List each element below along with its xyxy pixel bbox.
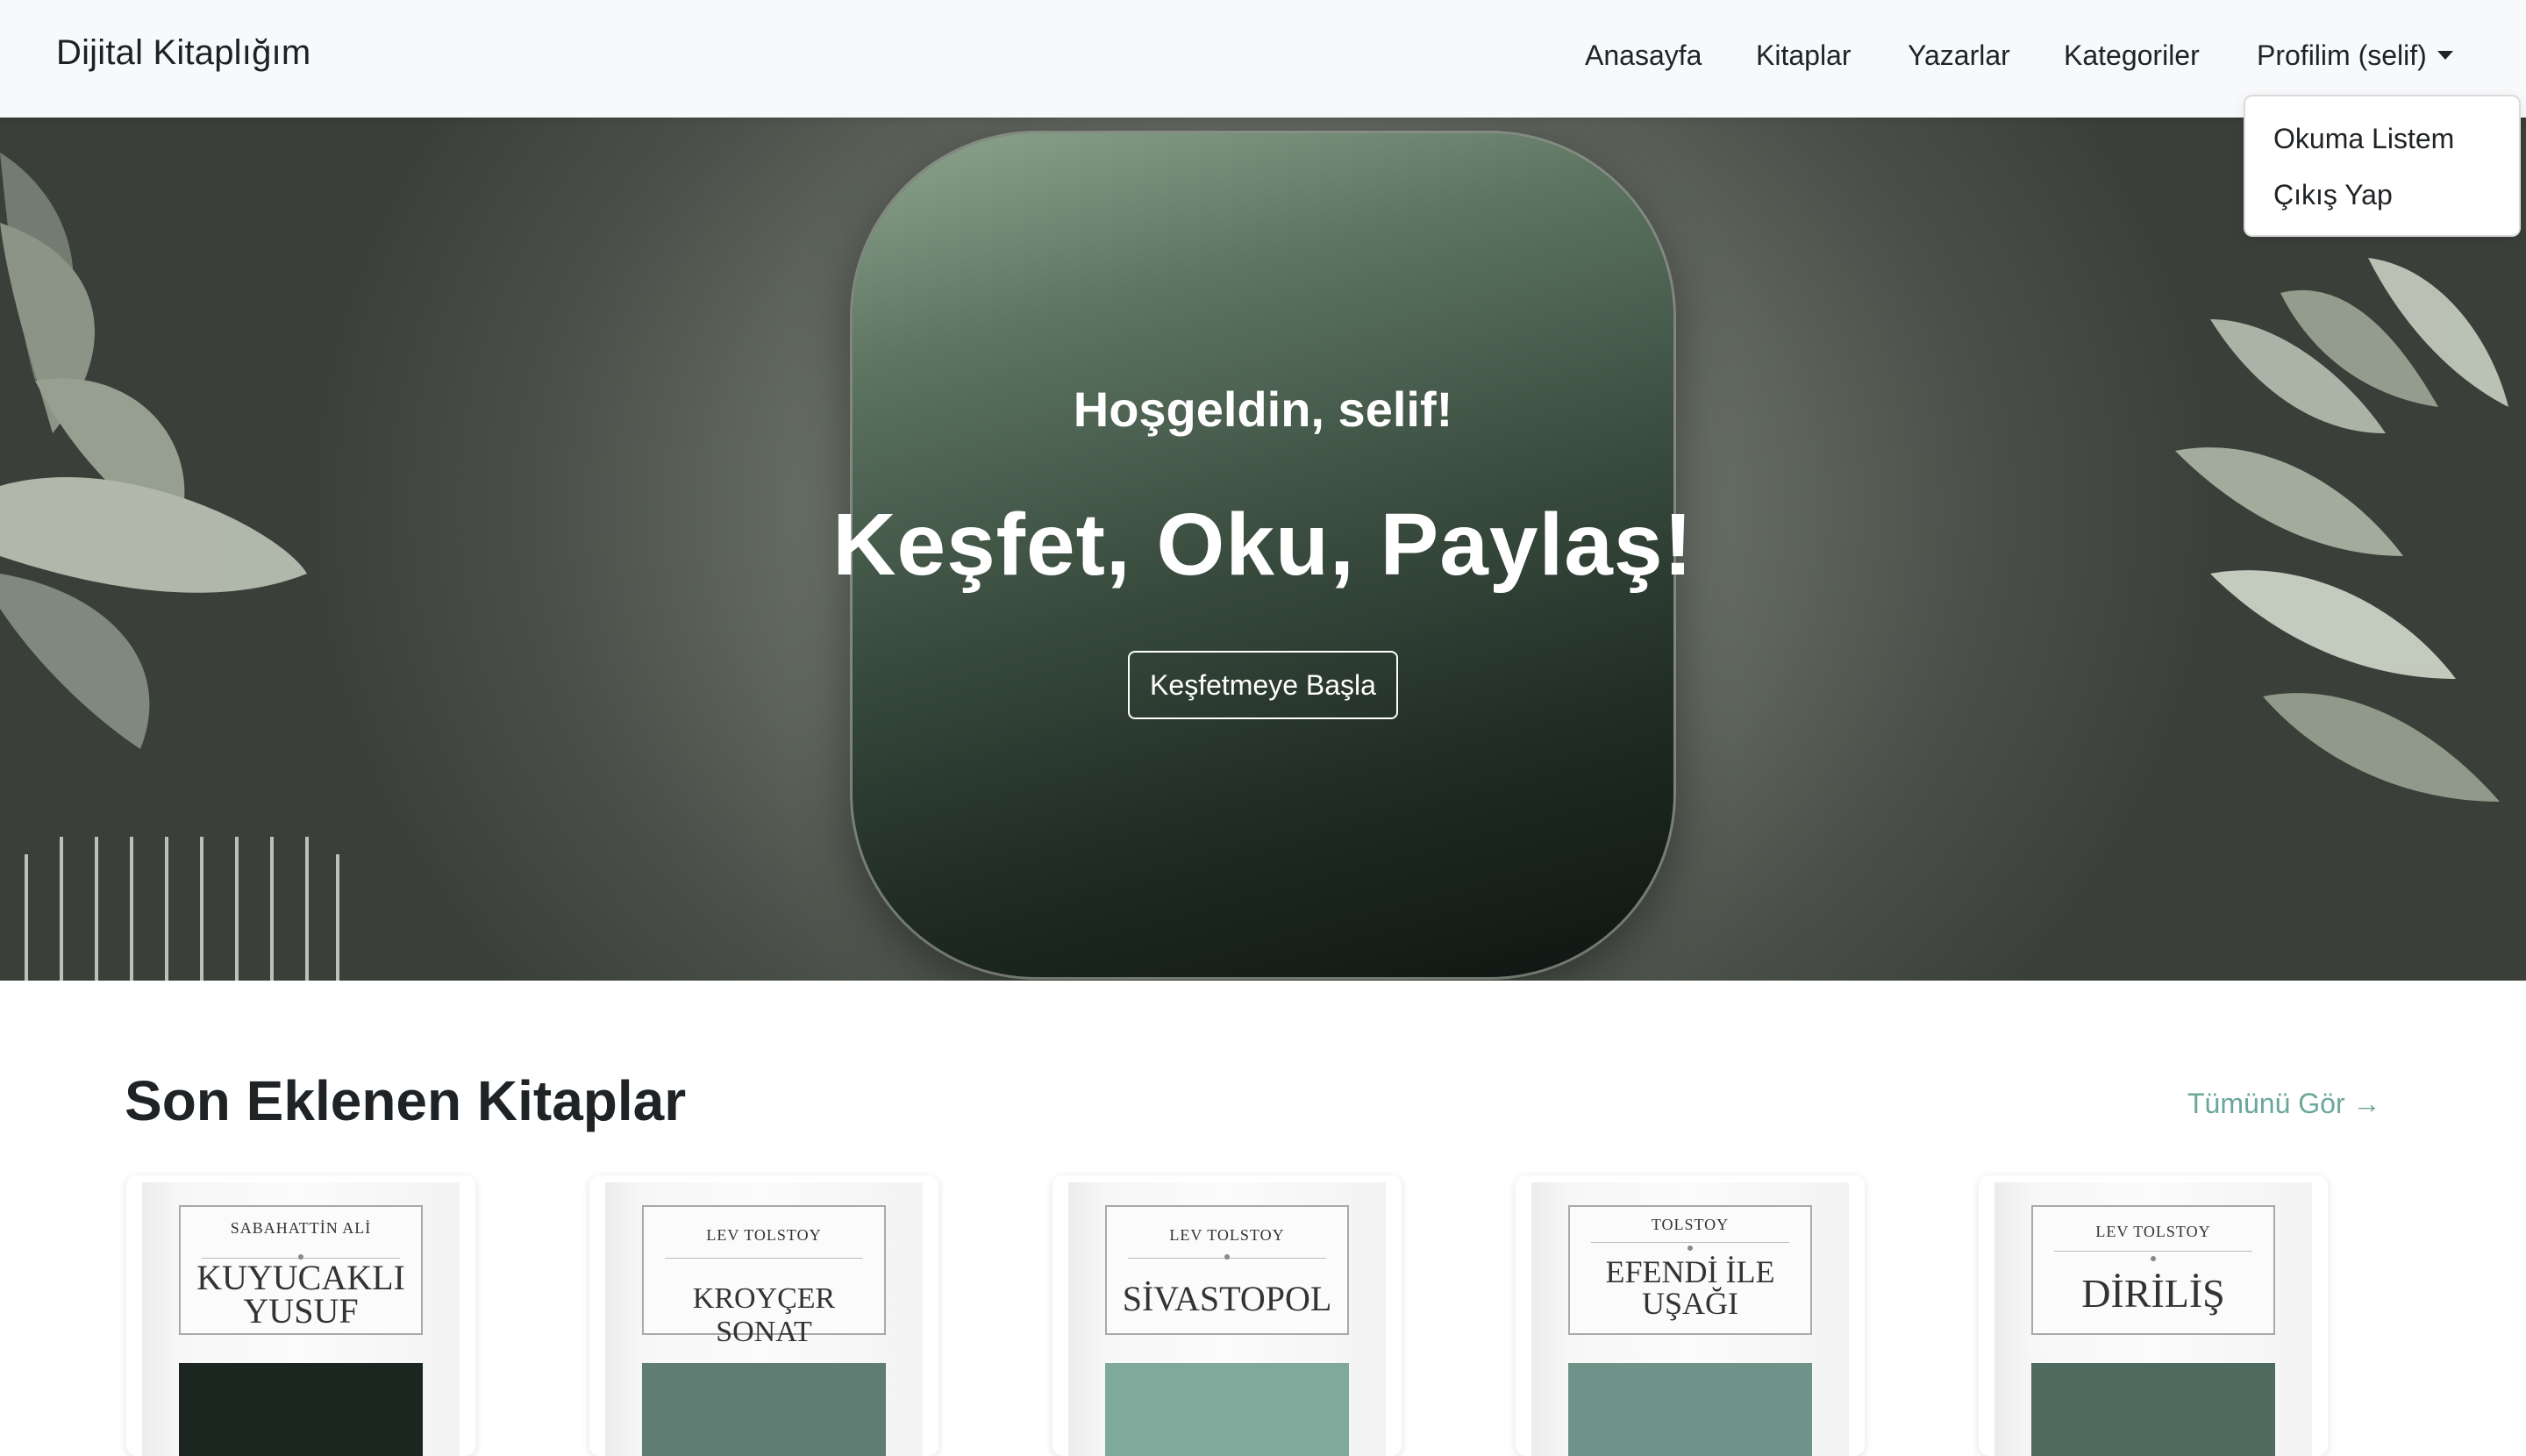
book-title: EFENDİ İLE UŞAĞI	[1605, 1254, 1775, 1321]
cover-label-box: LEV TOLSTOY DİRİLİŞ	[2031, 1205, 2275, 1335]
brand-logo-text[interactable]: Dijital Kitaplığım	[56, 33, 310, 73]
nav-link-kategoriler[interactable]: Kategoriler	[2064, 39, 2200, 72]
cover-dot	[1688, 1245, 1693, 1251]
cover-illustration	[179, 1363, 423, 1456]
book-card[interactable]: LEV TOLSTOY SİVASTOPOL	[1052, 1175, 1402, 1456]
hero-banner: Hoşgeldin, selif! Keşfet, Oku, Paylaş! K…	[0, 118, 2526, 981]
hero-title: Keşfet, Oku, Paylaş!	[832, 496, 1694, 594]
caret-down-icon	[2437, 50, 2453, 60]
cover-divider	[2054, 1251, 2252, 1252]
hero-greeting: Hoşgeldin, selif!	[1073, 382, 1453, 437]
profile-dropdown-menu: Okuma Listem Çıkış Yap	[2244, 95, 2521, 237]
book-title: KUYUCAKLI YUSUF	[196, 1258, 405, 1331]
start-exploring-button[interactable]: Keşfetmeye Başla	[1128, 651, 1398, 719]
nav-link-anasayfa[interactable]: Anasayfa	[1585, 39, 1702, 72]
cover-illustration	[1568, 1363, 1812, 1456]
book-cover: TOLSTOY EFENDİ İLE UŞAĞI	[1531, 1182, 1849, 1456]
cover-illustration	[2031, 1363, 2275, 1456]
book-cover: LEV TOLSTOY SİVASTOPOL	[1068, 1182, 1386, 1456]
cover-divider	[1591, 1242, 1789, 1243]
cover-illustration	[1105, 1363, 1349, 1456]
book-card[interactable]: SABAHATTİN ALİ KUYUCAKLI YUSUF	[126, 1175, 475, 1456]
navbar: Dijital Kitaplığım Anasayfa Kitaplar Yaz…	[0, 0, 2526, 118]
book-card[interactable]: LEV TOLSTOY DİRİLİŞ	[1979, 1175, 2328, 1456]
profile-label: Profilim (selif)	[2257, 39, 2427, 71]
book-title: KROYÇER SONAT	[692, 1282, 836, 1348]
book-card[interactable]: LEV TOLSTOY KROYÇER SONAT	[589, 1175, 938, 1456]
cover-dot	[2151, 1256, 2156, 1261]
book-card[interactable]: TOLSTOY EFENDİ İLE UŞAĞI	[1516, 1175, 1865, 1456]
book-author: LEV TOLSTOY	[2095, 1223, 2211, 1240]
book-cover: SABAHATTİN ALİ KUYUCAKLI YUSUF	[142, 1182, 460, 1456]
nav-profile-dropdown-toggle[interactable]: Profilim (selif)	[2257, 39, 2453, 72]
book-title: DİRİLİŞ	[2081, 1271, 2225, 1316]
section-title: Son Eklenen Kitaplar	[125, 1069, 687, 1132]
book-cover: LEV TOLSTOY KROYÇER SONAT	[605, 1182, 923, 1456]
see-all-link[interactable]: Tümünü Gör →	[2187, 1088, 2381, 1120]
cover-label-box: LEV TOLSTOY SİVASTOPOL	[1105, 1205, 1349, 1335]
cover-illustration	[642, 1363, 886, 1456]
nav-link-kitaplar[interactable]: Kitaplar	[1756, 39, 1852, 72]
dropdown-item-reading-list[interactable]: Okuma Listem	[2273, 123, 2454, 155]
cover-dot	[1224, 1254, 1230, 1260]
cover-label-box: LEV TOLSTOY KROYÇER SONAT	[642, 1205, 886, 1348]
book-author: SABAHATTİN ALİ	[230, 1219, 372, 1237]
cover-label-box: SABAHATTİN ALİ KUYUCAKLI YUSUF	[179, 1205, 423, 1335]
dropdown-item-logout[interactable]: Çıkış Yap	[2273, 179, 2393, 211]
cover-label-box: TOLSTOY EFENDİ İLE UŞAĞI	[1568, 1205, 1812, 1335]
book-title: SİVASTOPOL	[1122, 1279, 1332, 1318]
nav-link-yazarlar[interactable]: Yazarlar	[1908, 39, 2010, 72]
book-author: LEV TOLSTOY	[1169, 1226, 1285, 1244]
book-author: LEV TOLSTOY	[706, 1226, 822, 1244]
book-cover: LEV TOLSTOY DİRİLİŞ	[1994, 1182, 2312, 1456]
book-author: TOLSTOY	[1651, 1216, 1730, 1233]
cover-divider	[665, 1258, 863, 1259]
